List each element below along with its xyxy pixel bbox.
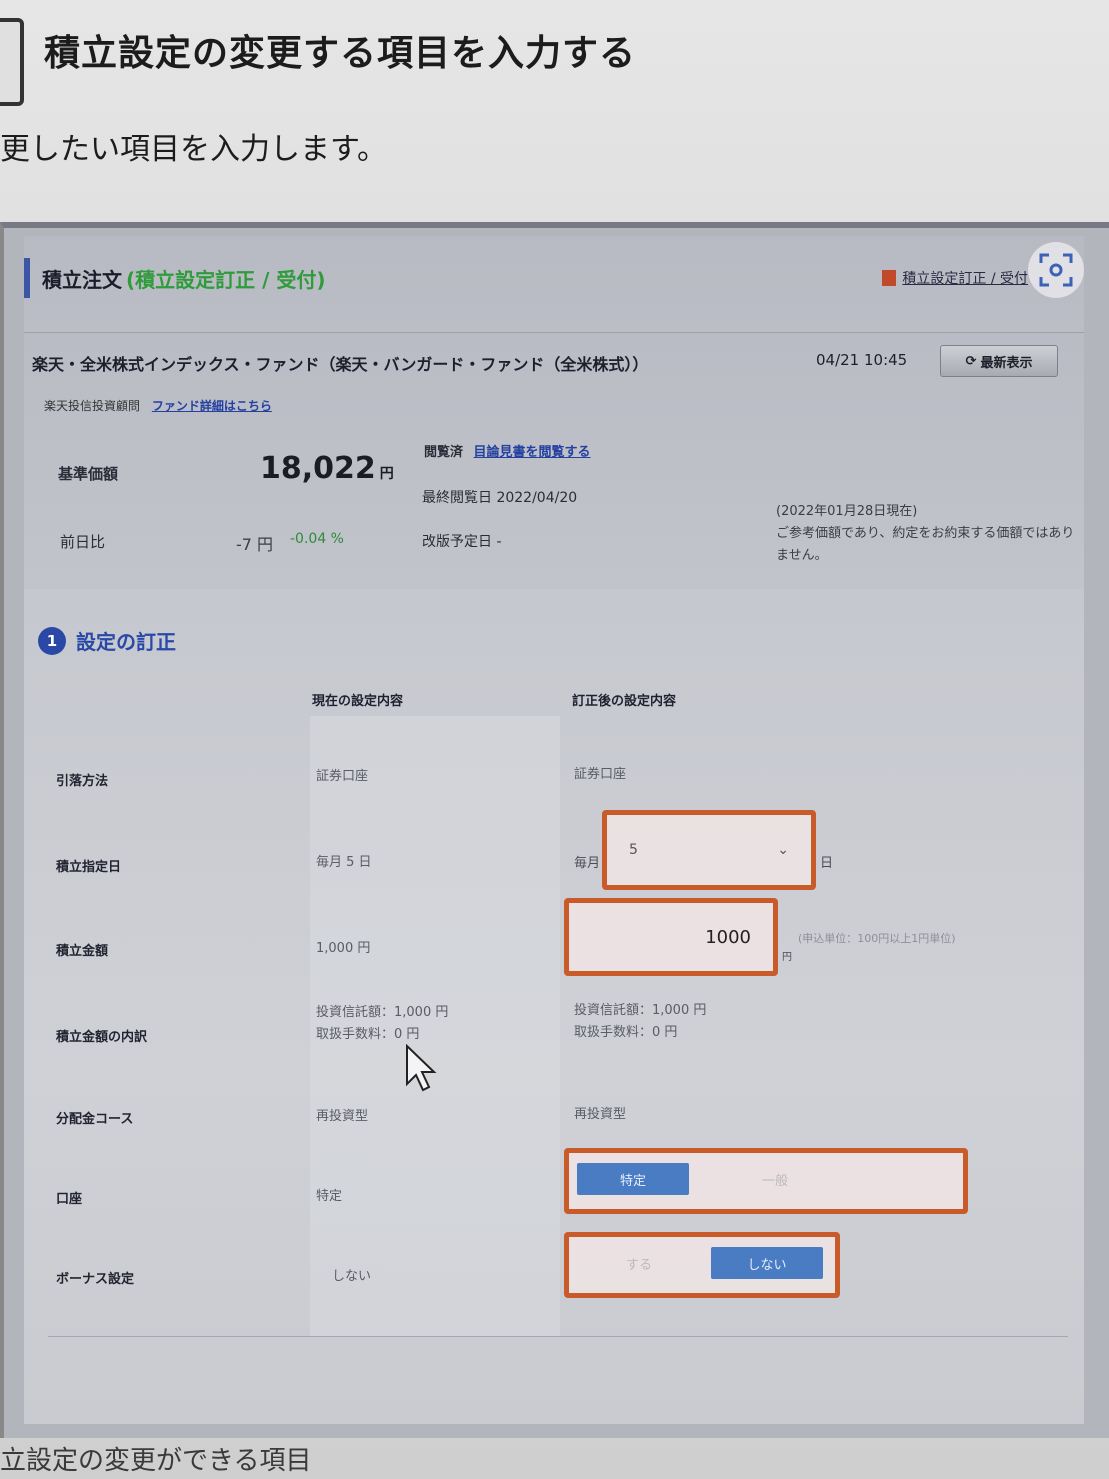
row-label-purchase-day: 積立指定日	[56, 860, 122, 875]
refresh-icon: ⟳	[965, 353, 977, 369]
bonus-highlight: する しない	[564, 1232, 840, 1298]
account-highlight: 特定 一般	[564, 1148, 968, 1214]
next-revision-date: 改版予定日 -	[422, 534, 502, 550]
bonus-option-no[interactable]: しない	[711, 1247, 823, 1279]
refresh-button[interactable]: ⟳ 最新表示	[940, 345, 1058, 377]
heading-marker	[0, 18, 24, 106]
current-dividend-course: 再投資型	[316, 1109, 369, 1124]
purchase-day-select[interactable]: 5 ⌄	[619, 827, 799, 873]
step-number: 1	[38, 626, 66, 655]
diff-yen: -7 円	[236, 535, 274, 554]
row-label-dividend-course: 分配金コース	[56, 1112, 134, 1127]
settings-link-label: 積立設定訂正 / 受付	[902, 271, 1028, 287]
company-name: 楽天投信投資顧問	[44, 399, 141, 413]
fund-company: 楽天投信投資顧問 ファンド詳細はこちら	[44, 397, 272, 414]
nav-label: 基準価額	[58, 465, 119, 483]
settings-table: 現在の設定内容 訂正後の設定内容 引落方法 証券口座 証券口座 積立指定日 毎月…	[48, 676, 1068, 1337]
diff-percent: -0.04 %	[290, 531, 344, 547]
row-label-amount: 積立金額	[56, 944, 109, 959]
new-column-header: 訂正後の設定内容	[572, 694, 677, 709]
order-subtitle: (積立設定訂正 / 受付)	[126, 267, 326, 292]
document-footer-heading: 立設定の変更ができる項目	[0, 1446, 312, 1476]
screenshot-panel: 積立注文 (積立設定訂正 / 受付) 積立設定訂正 / 受付 楽天・全米株式イン…	[0, 222, 1109, 1438]
prospectus-status-label: 閲覧済	[424, 445, 464, 460]
nav-unit: 円	[379, 466, 394, 482]
new-breakdown-line2: 取扱手数料：0 円	[574, 1025, 678, 1040]
account-option-ippan[interactable]: 一般	[719, 1163, 831, 1195]
current-purchase-day: 毎月 5 日	[316, 855, 372, 870]
refresh-label: 最新表示	[980, 355, 1033, 371]
order-screen: 積立注文 (積立設定訂正 / 受付) 積立設定訂正 / 受付 楽天・全米株式イン…	[24, 236, 1084, 1424]
purchase-day-highlight: 5 ⌄	[602, 810, 816, 890]
new-payment-method: 証券口座	[574, 767, 627, 782]
amount-highlight: 1000	[564, 898, 778, 976]
nav-number: 18,022	[260, 451, 376, 486]
note-date: (2022年01月28日現在)	[776, 504, 918, 519]
current-column-header: 現在の設定内容	[312, 694, 404, 709]
current-account: 特定	[316, 1189, 343, 1204]
current-breakdown-line2: 取扱手数料：0 円	[316, 1027, 420, 1042]
diff-label: 前日比	[60, 533, 106, 551]
document-lead: 更したい項目を入力します。	[0, 132, 387, 167]
section-heading: 1 設定の訂正	[38, 626, 176, 655]
settings-link[interactable]: 積立設定訂正 / 受付	[882, 268, 1028, 288]
last-view-date: 最終閲覧日 2022/04/20	[422, 490, 578, 506]
row-label-payment-method: 引落方法	[56, 774, 109, 789]
chevron-down-icon: ⌄	[777, 842, 789, 858]
document-title: 積立設定の変更する項目を入力する	[44, 33, 637, 74]
section-title: 設定の訂正	[76, 630, 176, 654]
bonus-option-yes[interactable]: する	[583, 1247, 695, 1279]
amount-hint: (申込単位：100円以上1円単位)	[798, 932, 956, 945]
row-label-account: 口座	[56, 1192, 83, 1207]
current-payment-method: 証券口座	[316, 769, 369, 784]
document-icon	[882, 270, 897, 286]
current-bonus: しない	[332, 1269, 372, 1284]
new-breakdown-line1: 投資信託額：1,000 円	[574, 1003, 707, 1018]
prospectus-link[interactable]: 目論見書を閲覧する	[474, 445, 591, 460]
current-amount: 1,000 円	[316, 941, 371, 956]
purchase-day-value: 5	[629, 842, 638, 858]
fund-detail-link[interactable]: ファンド詳細はこちら	[152, 399, 272, 413]
purchase-day-suffix: 日	[820, 856, 834, 871]
current-breakdown-line1: 投資信託額：1,000 円	[316, 1005, 449, 1020]
prospectus-status: 閲覧済 目論見書を閲覧する	[424, 441, 591, 460]
row-label-bonus: ボーナス設定	[56, 1272, 135, 1287]
price-timestamp: 04/21 10:45	[816, 351, 908, 369]
price-note: (2022年01月28日現在) ご参考価額であり、約定をお約束する価額ではありま…	[776, 501, 1076, 567]
nav-value: 18,022 円	[260, 451, 394, 486]
row-label-breakdown: 積立金額の内訳	[56, 1030, 148, 1045]
fund-info: 楽天・全米株式インデックス・ファンド（楽天・バンガード・ファンド（全米株式）） …	[24, 332, 1084, 589]
note-text: ご参考価額であり、約定をお約束する価額ではありません。	[776, 526, 1075, 563]
new-dividend-course: 再投資型	[574, 1107, 627, 1122]
amount-unit: 円	[782, 952, 792, 963]
order-title: 積立注文	[42, 267, 122, 292]
fund-name: 楽天・全米株式インデックス・ファンド（楽天・バンガード・ファンド（全米株式））	[32, 355, 649, 374]
scan-icon[interactable]	[1028, 242, 1084, 298]
account-option-tokutei[interactable]: 特定	[577, 1163, 689, 1195]
order-header: 積立注文 (積立設定訂正 / 受付)	[24, 258, 326, 298]
purchase-day-prefix: 毎月	[574, 856, 601, 871]
mouse-pointer-icon	[406, 1044, 437, 1092]
amount-input[interactable]: 1000	[569, 903, 773, 971]
